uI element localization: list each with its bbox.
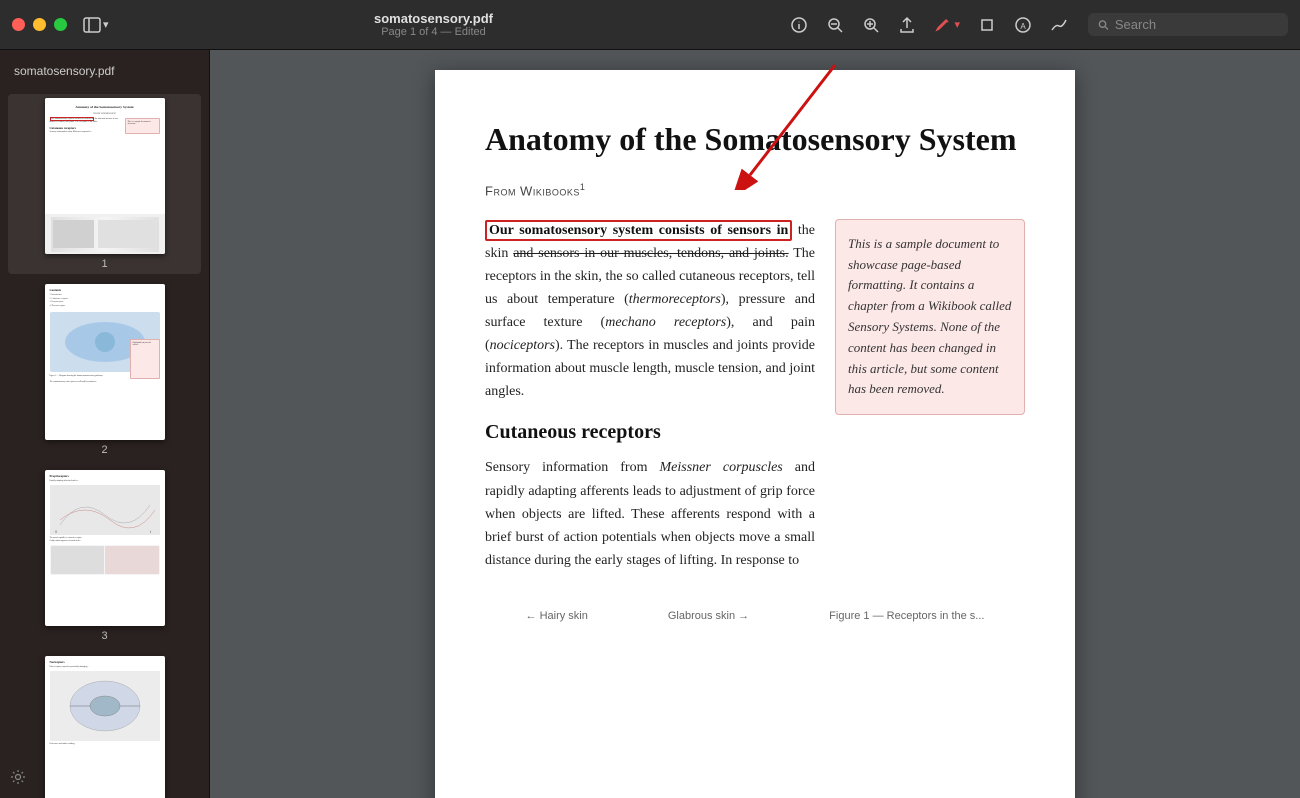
markup-dropdown-icon[interactable]: ▾ bbox=[954, 18, 960, 31]
thumb-box-4: Nociceptors Pain receptors respond to po… bbox=[45, 656, 165, 798]
maximize-button[interactable] bbox=[54, 18, 67, 31]
strikethrough-text: and sensors in our muscles, tendons, and… bbox=[513, 246, 788, 261]
sign-icon[interactable] bbox=[1050, 16, 1068, 34]
paragraph-1: Our somatosensory system consists of sen… bbox=[485, 219, 815, 404]
thumb-label-3: 3 bbox=[101, 630, 107, 642]
search-bar[interactable] bbox=[1088, 13, 1288, 36]
markup-icon[interactable]: ▾ bbox=[934, 16, 960, 34]
toolbar-icons: ▾ A bbox=[790, 16, 1068, 34]
highlighted-text: Our somatosensory system consists of sen… bbox=[485, 220, 792, 241]
pdf-viewer: Anatomy of the Somatosensory System From… bbox=[210, 50, 1300, 798]
minimize-button[interactable] bbox=[33, 18, 46, 31]
annotate-icon[interactable]: A bbox=[1014, 16, 1032, 34]
thumbnail-2[interactable]: Contents 1. Introduction 2. Cutaneous re… bbox=[8, 280, 201, 460]
sidebar-note: This is a sample document to showcase pa… bbox=[835, 219, 1025, 415]
from-wikibooks: From Wikibooks1 bbox=[485, 182, 1025, 198]
thumbnail-3[interactable]: Proprioceptors Rapidly adapting afferent… bbox=[8, 466, 201, 646]
thumb-box-1: Anatomy of the Somatosensory System FROM… bbox=[45, 98, 165, 254]
sidebar-dropdown-icon: ▾ bbox=[103, 18, 109, 31]
crop-icon[interactable] bbox=[978, 16, 996, 34]
info-icon[interactable] bbox=[790, 16, 808, 34]
search-icon bbox=[1098, 19, 1109, 31]
pdf-page: Anatomy of the Somatosensory System From… bbox=[435, 70, 1075, 798]
share-icon[interactable] bbox=[898, 16, 916, 34]
sidebar: somatosensory.pdf Anatomy of the Somatos… bbox=[0, 50, 210, 798]
file-name: somatosensory.pdf bbox=[374, 11, 493, 26]
thumbnail-1[interactable]: Anatomy of the Somatosensory System FROM… bbox=[8, 94, 201, 274]
thumb-box-3: Proprioceptors Rapidly adapting afferent… bbox=[45, 470, 165, 626]
thumb-box-2: Contents 1. Introduction 2. Cutaneous re… bbox=[45, 284, 165, 440]
thumb-label-2: 2 bbox=[101, 444, 107, 456]
label-hairy: ← Hairy skin bbox=[526, 610, 588, 622]
file-info: somatosensory.pdf Page 1 of 4 — Edited bbox=[374, 11, 493, 38]
sidebar-filename: somatosensory.pdf bbox=[8, 60, 201, 88]
label-glabrous: Glabrous skin → bbox=[668, 610, 749, 622]
sidebar-toggle-icon[interactable]: ▾ bbox=[83, 16, 109, 34]
zoom-out-icon[interactable] bbox=[826, 16, 844, 34]
label-figure: Figure 1 — Receptors in the s... bbox=[829, 610, 984, 622]
page-info: Page 1 of 4 — Edited bbox=[381, 26, 486, 38]
search-input[interactable] bbox=[1115, 17, 1278, 32]
thumb-label-1: 1 bbox=[101, 258, 107, 270]
main-text: Our somatosensory system consists of sen… bbox=[485, 219, 815, 590]
main-area: somatosensory.pdf Anatomy of the Somatos… bbox=[0, 50, 1300, 798]
zoom-in-icon[interactable] bbox=[862, 16, 880, 34]
titlebar: ▾ somatosensory.pdf Page 1 of 4 — Edited bbox=[0, 0, 1300, 50]
close-button[interactable] bbox=[12, 18, 25, 31]
page-bottom-labels: ← Hairy skin Glabrous skin → Figure 1 — … bbox=[485, 610, 1025, 622]
thumbnail-4[interactable]: Nociceptors Pain receptors respond to po… bbox=[8, 652, 201, 798]
traffic-lights bbox=[12, 18, 67, 31]
paragraph-2: Sensory information from Meissner corpus… bbox=[485, 456, 815, 571]
content-area: Our somatosensory system consists of sen… bbox=[485, 219, 1025, 590]
pdf-title: Anatomy of the Somatosensory System bbox=[485, 120, 1025, 158]
settings-icon[interactable] bbox=[10, 769, 26, 788]
section-heading: Cutaneous receptors bbox=[485, 421, 815, 444]
titlebar-center: somatosensory.pdf Page 1 of 4 — Edited bbox=[117, 11, 751, 38]
svg-text:A: A bbox=[1020, 22, 1026, 31]
